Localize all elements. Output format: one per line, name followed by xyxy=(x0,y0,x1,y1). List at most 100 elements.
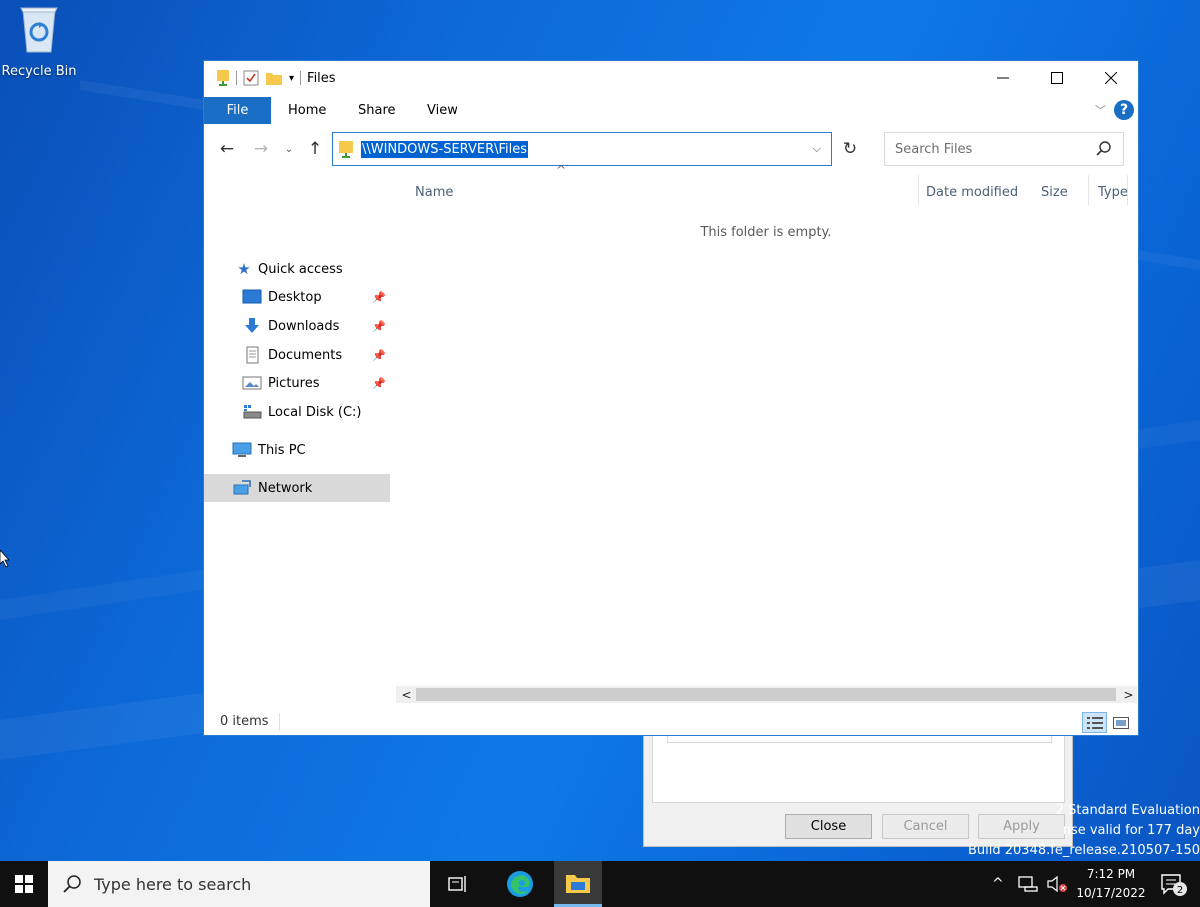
forward-button[interactable]: → xyxy=(250,139,272,159)
sidebar-item-documents[interactable]: Documents 📌 xyxy=(204,341,390,369)
large-icons-view-icon xyxy=(1112,716,1129,729)
pin-icon: 📌 xyxy=(372,349,386,362)
network-tray-icon xyxy=(1018,876,1038,892)
search-box[interactable]: Search Files xyxy=(884,132,1124,166)
column-separator xyxy=(1088,175,1089,205)
show-hidden-icons-button[interactable]: ^ xyxy=(992,861,1004,907)
start-button[interactable] xyxy=(0,861,48,907)
sidebar-item-quick-access[interactable]: ★ Quick access xyxy=(204,255,390,283)
navigation-pane: ★ Quick access Desktop 📌 Downloads 📌 Doc… xyxy=(204,169,392,701)
back-button[interactable]: ← xyxy=(216,139,238,159)
large-icons-view-button[interactable] xyxy=(1108,712,1133,733)
file-explorer-icon xyxy=(566,874,590,893)
details-view-button[interactable] xyxy=(1082,712,1107,733)
file-list[interactable]: ^ Name Date modified Type This folder is… xyxy=(394,163,1138,701)
tab-file[interactable]: File xyxy=(204,97,271,124)
windows-watermark: 2 Standard Evaluation nse valid for 177 … xyxy=(960,801,1200,861)
edge-browser-icon xyxy=(507,871,533,897)
status-separator xyxy=(279,713,280,731)
sidebar-item-label: This PC xyxy=(258,442,306,458)
title-bar[interactable]: ▾ Files xyxy=(204,61,1138,95)
chevron-down-icon: ⌄ xyxy=(284,143,294,155)
recycle-bin-icon xyxy=(20,7,58,53)
close-button[interactable]: Close xyxy=(785,814,872,839)
expand-ribbon-icon[interactable]: ﹀ xyxy=(1095,102,1106,118)
computer-icon xyxy=(232,442,252,457)
quick-access-toolbar: ▾ Files xyxy=(216,69,336,87)
new-folder-icon[interactable] xyxy=(265,70,283,86)
pin-icon: 📌 xyxy=(372,377,386,390)
properties-icon[interactable] xyxy=(243,70,259,86)
volume-muted-icon xyxy=(1047,875,1067,893)
tab-view[interactable]: View xyxy=(427,97,458,124)
address-path[interactable]: \\WINDOWS-SERVER\Files xyxy=(361,140,529,158)
taskbar-search-box[interactable]: Type here to search xyxy=(48,861,430,907)
navigation-bar: ← → ⌄ ↑ \\WINDOWS-SERVER\Files ⌵ ↻ Searc… xyxy=(204,131,1138,167)
column-header-size[interactable]: Size xyxy=(1041,169,1068,215)
scroll-right-icon[interactable]: > xyxy=(1120,686,1137,703)
qat-separator xyxy=(236,71,237,85)
folder-pin-icon[interactable] xyxy=(216,69,230,87)
qat-customize-icon[interactable]: ▾ xyxy=(289,73,294,84)
sidebar-item-label: Documents xyxy=(268,347,343,363)
ribbon-tabs: File Home Share View ﹀ ? xyxy=(204,97,1138,124)
notification-icon: 2 xyxy=(1161,874,1187,896)
sidebar-item-this-pc[interactable]: This PC xyxy=(204,436,390,464)
tab-share[interactable]: Share xyxy=(358,97,396,124)
task-view-icon xyxy=(448,876,466,892)
desktop-icon xyxy=(242,289,262,304)
minimize-icon xyxy=(997,77,1009,79)
minimize-button[interactable] xyxy=(976,61,1030,95)
pin-icon: 📌 xyxy=(372,291,386,304)
column-header-type[interactable]: Type xyxy=(1098,169,1128,215)
refresh-button[interactable]: ↻ xyxy=(838,137,862,161)
close-icon xyxy=(1105,72,1117,84)
scrollbar-thumb[interactable] xyxy=(416,688,1116,701)
recent-locations-button[interactable]: ⌄ xyxy=(282,139,296,159)
arrow-left-icon: ← xyxy=(219,139,235,159)
file-explorer-taskbar-button[interactable] xyxy=(554,861,602,907)
clock-time: 7:12 PM xyxy=(1086,867,1136,881)
address-dropdown-icon[interactable]: ⌵ xyxy=(813,142,821,156)
help-icon[interactable]: ? xyxy=(1114,100,1134,120)
column-header-date-modified[interactable]: Date modified xyxy=(926,169,1018,215)
folder-pin-icon xyxy=(339,141,353,158)
status-bar: 0 items xyxy=(204,709,1138,735)
file-explorer-window: ▾ Files File Home Share View ﹀ ? ← → ⌄ ↑… xyxy=(203,60,1139,736)
sidebar-item-downloads[interactable]: Downloads 📌 xyxy=(204,312,390,340)
scroll-left-icon[interactable]: < xyxy=(398,686,415,703)
tab-home[interactable]: Home xyxy=(288,97,326,124)
network-tray-button[interactable] xyxy=(1018,861,1038,907)
sidebar-item-desktop[interactable]: Desktop 📌 xyxy=(204,283,390,311)
desktop-icon-label: Recycle Bin xyxy=(1,64,77,79)
action-center-button[interactable]: 2 xyxy=(1160,873,1188,901)
maximize-icon xyxy=(1051,72,1063,84)
volume-tray-button[interactable] xyxy=(1046,861,1068,907)
cancel-button[interactable]: Cancel xyxy=(882,814,969,839)
details-view-icon xyxy=(1086,716,1103,729)
sidebar-item-label: Downloads xyxy=(268,318,340,334)
horizontal-scrollbar[interactable]: < > xyxy=(396,686,1137,703)
window-title: Files xyxy=(307,70,336,86)
qat-separator xyxy=(300,71,302,85)
taskbar: Type here to search ^ 7:12 PM 10/17/2022… xyxy=(0,861,1200,907)
search-input[interactable]: Search Files xyxy=(895,142,972,157)
clock-date: 10/17/2022 xyxy=(1076,886,1146,900)
maximize-button[interactable] xyxy=(1030,61,1084,95)
sidebar-item-pictures[interactable]: Pictures 📌 xyxy=(204,369,390,397)
address-bar[interactable]: \\WINDOWS-SERVER\Files ⌵ xyxy=(332,132,832,166)
column-header-name[interactable]: Name xyxy=(415,169,453,215)
column-separator xyxy=(1127,175,1128,205)
system-clock[interactable]: 7:12 PM 10/17/2022 xyxy=(1072,865,1150,903)
search-icon xyxy=(1096,141,1111,156)
close-window-button[interactable] xyxy=(1084,61,1138,95)
sidebar-item-local-disk[interactable]: Local Disk (C:) xyxy=(204,398,390,426)
column-separator xyxy=(918,175,919,205)
sidebar-item-label: Desktop xyxy=(268,289,322,305)
edge-button[interactable] xyxy=(496,861,544,907)
up-button[interactable]: ↑ xyxy=(304,139,326,159)
taskbar-search-input[interactable]: Type here to search xyxy=(94,875,251,894)
desktop-icon-recycle-bin[interactable]: Recycle Bin xyxy=(0,2,78,79)
task-view-button[interactable] xyxy=(434,861,482,907)
sidebar-item-network[interactable]: Network xyxy=(204,474,390,502)
